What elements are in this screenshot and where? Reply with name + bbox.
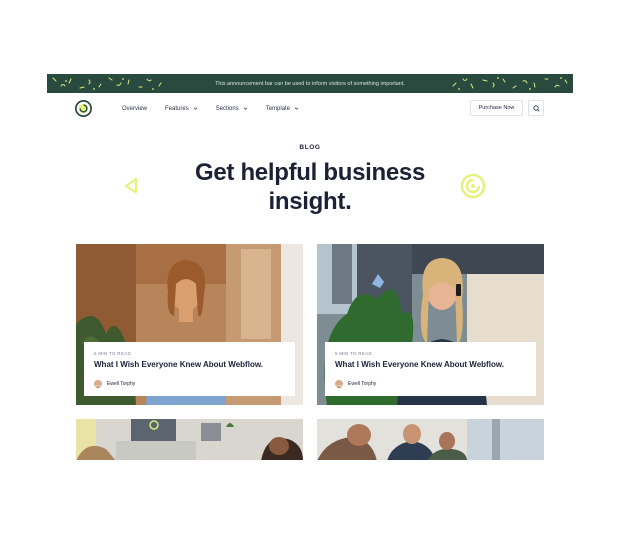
nav-item-label: Overview [122,105,148,112]
nav-item-features[interactable]: Features [165,106,198,112]
chevron-down-icon [193,107,197,110]
blog-card[interactable] [317,419,544,460]
page-frame: This announcement bar can be used to inf… [47,74,573,460]
search-button[interactable] [528,100,544,116]
nav-item-template[interactable]: Template [266,106,299,112]
hero-eyebrow: BLOG [299,144,321,151]
blog-card-image [317,419,544,460]
triangle-deco-icon [124,177,138,194]
nav-item-overview[interactable]: Overview [122,106,147,112]
announcement-message: This announcement bar can be used to inf… [215,80,405,87]
nav-links: Overview Features Sections Template [122,93,317,124]
blog-card-info: 5 MIN TO READ What I Wish Everyone Knew … [325,342,536,396]
nav-item-label: Features [165,105,189,112]
author-name: Ewell Torphy [107,381,136,387]
read-time: 5 MIN TO READ [335,351,372,356]
purchase-now-button[interactable]: Purchase Now [470,100,523,116]
author: Ewell Torphy [94,380,285,388]
blog-card-title[interactable]: What I Wish Everyone Knew About Webflow. [94,360,285,370]
nav-item-label: Template [265,105,291,112]
avatar [335,380,343,388]
author: Ewell Torphy [335,380,526,388]
navbar: Overview Features Sections Template Purc… [47,93,573,124]
avatar [94,380,102,388]
blog-card[interactable]: 5 MIN TO READ What I Wish Everyone Knew … [317,244,544,405]
read-time: 5 MIN TO READ [94,351,131,356]
announcement-bar: This announcement bar can be used to inf… [47,74,573,93]
blog-card-title[interactable]: What I Wish Everyone Knew About Webflow. [335,360,526,370]
confetti-right-icon [452,77,568,90]
nav-item-sections[interactable]: Sections [216,106,248,112]
confetti-left-icon [52,77,162,90]
search-icon [532,104,540,112]
swirl-deco-icon [460,173,486,199]
blog-card-image [76,419,303,460]
blog-card[interactable]: 5 MIN TO READ What I Wish Everyone Knew … [76,244,303,405]
blog-card[interactable] [76,419,303,460]
chevron-down-icon [243,107,247,110]
blog-card-info: 5 MIN TO READ What I Wish Everyone Knew … [84,342,295,396]
nav-item-label: Sections [215,105,239,112]
logo-icon[interactable] [75,100,92,117]
author-name: Ewell Torphy [348,381,377,387]
chevron-down-icon [294,107,299,110]
